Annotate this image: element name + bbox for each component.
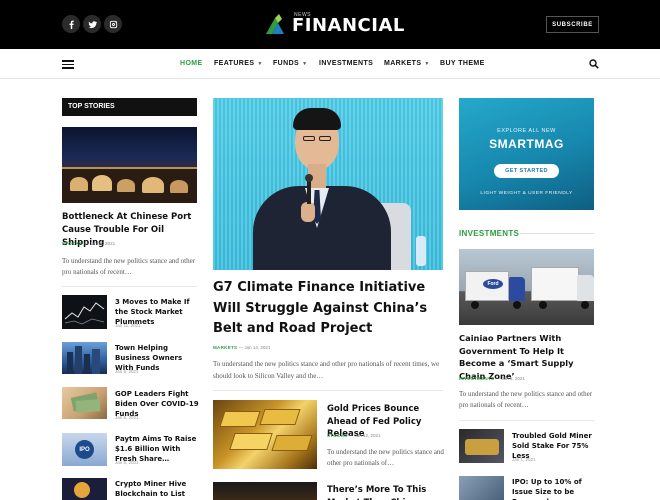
get-started-button[interactable]: GET STARTED bbox=[494, 164, 559, 178]
list-item-date: Jan 6, 2021 bbox=[115, 415, 139, 420]
category-label[interactable]: MARKETS bbox=[213, 345, 237, 350]
twitter-icon[interactable] bbox=[83, 15, 101, 33]
ipo-chart-thumbnail[interactable] bbox=[459, 476, 504, 500]
investments-section-heading[interactable]: INVESTMENTS bbox=[459, 229, 519, 238]
ad-tagline: LIGHT WEIGHT & USER FRIENDLY bbox=[480, 191, 573, 196]
chevron-down-icon: ▼ bbox=[257, 61, 263, 67]
divider bbox=[520, 233, 594, 234]
nav-item-markets[interactable]: MARKETS ▼ bbox=[384, 60, 430, 67]
cash-in-hand-thumbnail[interactable] bbox=[62, 387, 107, 419]
instagram-icon[interactable] bbox=[104, 15, 122, 33]
investments-story-excerpt: To understand the new politics stance an… bbox=[459, 390, 593, 409]
hero-story-excerpt: To understand the new politics stance an… bbox=[213, 360, 440, 380]
trucks-image[interactable]: Ford bbox=[459, 249, 594, 325]
chevron-down-icon: ▼ bbox=[302, 61, 308, 67]
chevron-down-icon: ▼ bbox=[424, 61, 430, 67]
category-label[interactable]: STOCKS bbox=[327, 433, 347, 438]
gold-coins-thumbnail[interactable] bbox=[459, 429, 504, 463]
investments-story-title[interactable]: Cainiao Partners With Government To Help… bbox=[459, 332, 599, 382]
list-item-title[interactable]: Crypto Miner Hive Blockchain to List Sha… bbox=[115, 479, 199, 500]
investments-story-meta: INVESTMENTS — Jan 1, 2021 bbox=[459, 376, 525, 381]
featured-story-meta: STOCKS — Jan 11, 2021 bbox=[62, 241, 116, 246]
top-bar: NEWS FINANCIAL SUBSCRIBE bbox=[0, 0, 660, 49]
logo-small-text: NEWS bbox=[294, 11, 311, 18]
gold-bars-image[interactable] bbox=[213, 400, 317, 469]
divider bbox=[213, 390, 443, 391]
logo-wordmark: FINANCIAL bbox=[292, 14, 405, 36]
category-label[interactable]: INVESTMENTS bbox=[459, 376, 494, 381]
list-item-title[interactable]: IPO: Up to 10% of Issue Size to be Reser… bbox=[512, 477, 598, 500]
nav-item-features[interactable]: FEATURES ▼ bbox=[214, 60, 263, 67]
speaker-photo[interactable] bbox=[213, 98, 443, 270]
stock-chart-thumbnail[interactable] bbox=[62, 295, 107, 329]
secondary-story-title[interactable]: There’s More To This Market Than China bbox=[327, 484, 447, 500]
nav-item-buy-theme[interactable]: BUY THEME bbox=[440, 60, 485, 67]
smartmag-ad-banner[interactable]: EXPLORE ALL NEW SMARTMAG GET STARTED LIG… bbox=[459, 98, 594, 210]
top-stories-heading: TOP STORIES bbox=[62, 98, 197, 116]
menu-icon[interactable] bbox=[62, 60, 74, 69]
subscribe-button[interactable]: SUBSCRIBE bbox=[546, 16, 599, 33]
port-at-night-image[interactable] bbox=[62, 127, 197, 203]
list-item-date: Jan 6, 2021 bbox=[115, 369, 139, 374]
ad-headline: SMARTMAG bbox=[489, 137, 564, 151]
facebook-icon[interactable] bbox=[62, 15, 80, 33]
nav-item-investments[interactable]: INVESTMENTS bbox=[319, 60, 373, 67]
secondary-story-meta: STOCKS — Jan 12, 2021 bbox=[327, 433, 381, 438]
list-item-date: Jan 11, 2021 bbox=[115, 323, 141, 328]
market-story-image[interactable] bbox=[213, 482, 317, 500]
list-item-date: Jan 5, 2021 bbox=[115, 460, 139, 465]
secondary-story-excerpt: To understand the new politics stance an… bbox=[327, 448, 444, 467]
hero-story-title[interactable]: G7 Climate Finance Initiative Will Strug… bbox=[213, 278, 449, 340]
list-item-date: Jan 1, 2021 bbox=[512, 457, 536, 462]
category-label[interactable]: STOCKS bbox=[62, 241, 82, 246]
nav-item-funds[interactable]: FUNDS ▼ bbox=[273, 60, 307, 67]
hero-story-meta: MARKETS — Jan 14, 2021 bbox=[213, 345, 271, 350]
search-icon[interactable] bbox=[589, 59, 599, 69]
logo-mark-icon bbox=[266, 14, 284, 34]
divider bbox=[62, 286, 197, 287]
nav-item-home[interactable]: HOME bbox=[180, 60, 203, 67]
ipo-thumbnail[interactable]: IPO bbox=[62, 433, 107, 466]
featured-story-excerpt: To understand the new politics stance an… bbox=[62, 257, 196, 276]
site-logo[interactable]: NEWS FINANCIAL bbox=[264, 12, 405, 38]
crypto-thumbnail[interactable] bbox=[62, 478, 107, 500]
main-nav: HOME FEATURES ▼ FUNDS ▼ INVESTMENTS MARKET… bbox=[0, 49, 660, 79]
divider bbox=[459, 420, 594, 421]
city-skyline-thumbnail[interactable] bbox=[62, 342, 107, 374]
ad-line1: EXPLORE ALL NEW bbox=[497, 128, 556, 134]
